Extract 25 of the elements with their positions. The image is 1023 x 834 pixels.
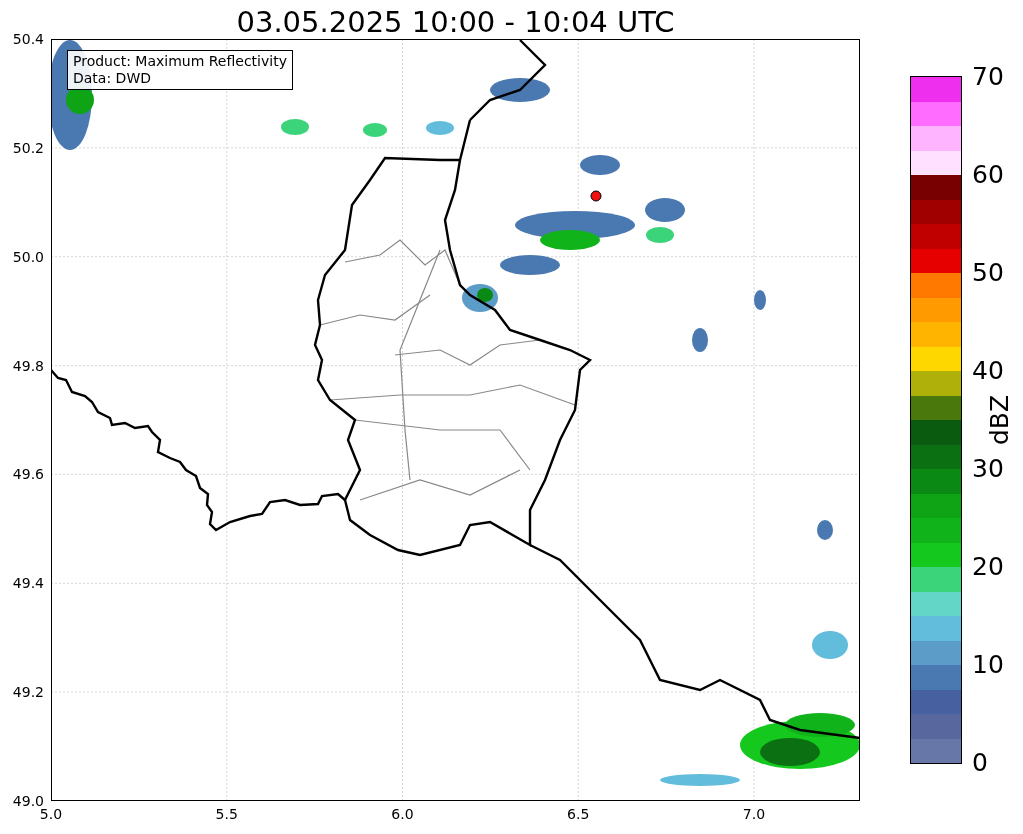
axis-tick-label: 49.0 <box>12 792 44 809</box>
axis-tick-label: 50.0 <box>12 248 44 266</box>
axis-tick-label: 50.4 <box>12 30 44 48</box>
colorbar-tick-label: 50 <box>972 259 1004 287</box>
chart-title: 03.05.2025 10:00 - 10:04 UTC <box>236 5 675 39</box>
axis-tick-label: 5.0 <box>39 806 63 823</box>
colorbar-tick-label: 40 <box>972 357 1004 385</box>
legend-text: Product: Maximum Reflectivity <box>73 53 287 70</box>
colorbar-tick-label: 70 <box>972 63 1004 91</box>
axis-tick-label: 6.0 <box>391 806 414 823</box>
axis-tick-label: 6.5 <box>567 806 590 823</box>
colorbar-tick-label: 10 <box>972 651 1004 679</box>
colorbar-tick-label: 0 <box>972 749 988 777</box>
legend-text: Data: DWD <box>73 70 152 87</box>
colorbar-label: dBZ <box>986 394 1014 446</box>
axis-tick-label: 7.0 <box>742 806 766 823</box>
axis-tick-label: 49.2 <box>12 683 44 701</box>
colorbar-tick-label: 30 <box>972 455 1004 483</box>
axis-tick-label: 50.2 <box>12 139 44 157</box>
axis-tick-label: 5.5 <box>215 806 238 823</box>
axis-tick-label: 49.6 <box>12 465 44 483</box>
axis-tick-label: 49.8 <box>12 357 44 375</box>
colorbar-tick-label: 20 <box>972 553 1004 581</box>
axis-tick-label: 49.4 <box>12 574 44 592</box>
colorbar-tick-label: 60 <box>972 161 1004 189</box>
